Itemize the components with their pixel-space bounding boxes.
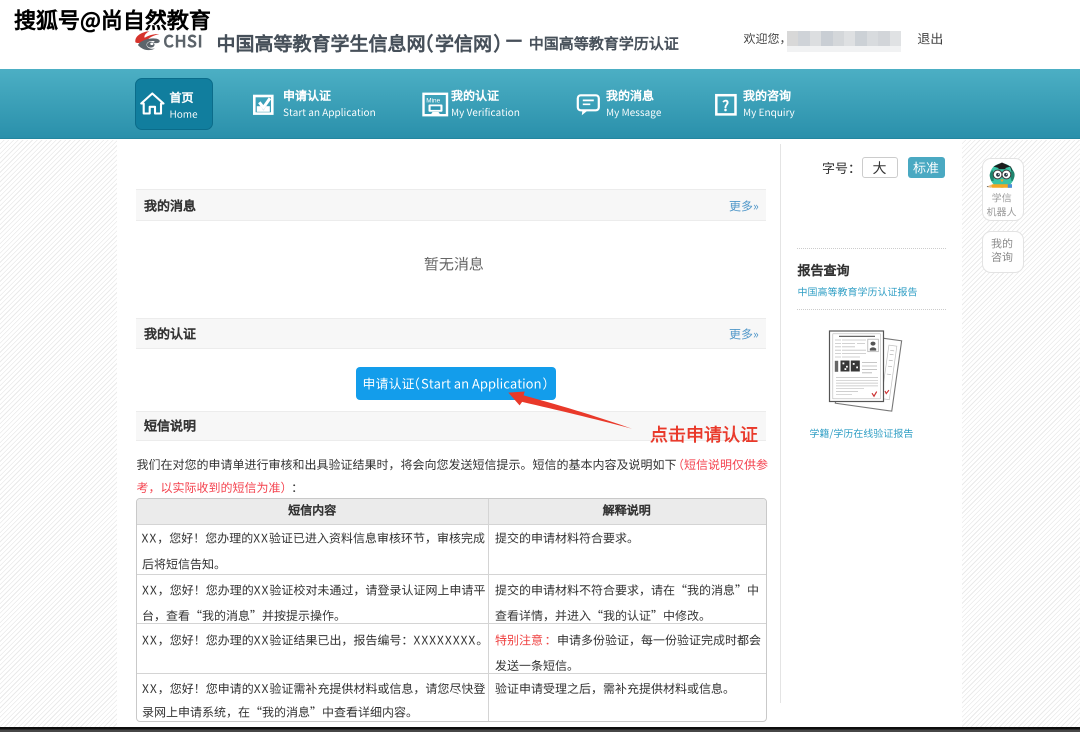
svg-text:Mine: Mine — [426, 98, 440, 105]
